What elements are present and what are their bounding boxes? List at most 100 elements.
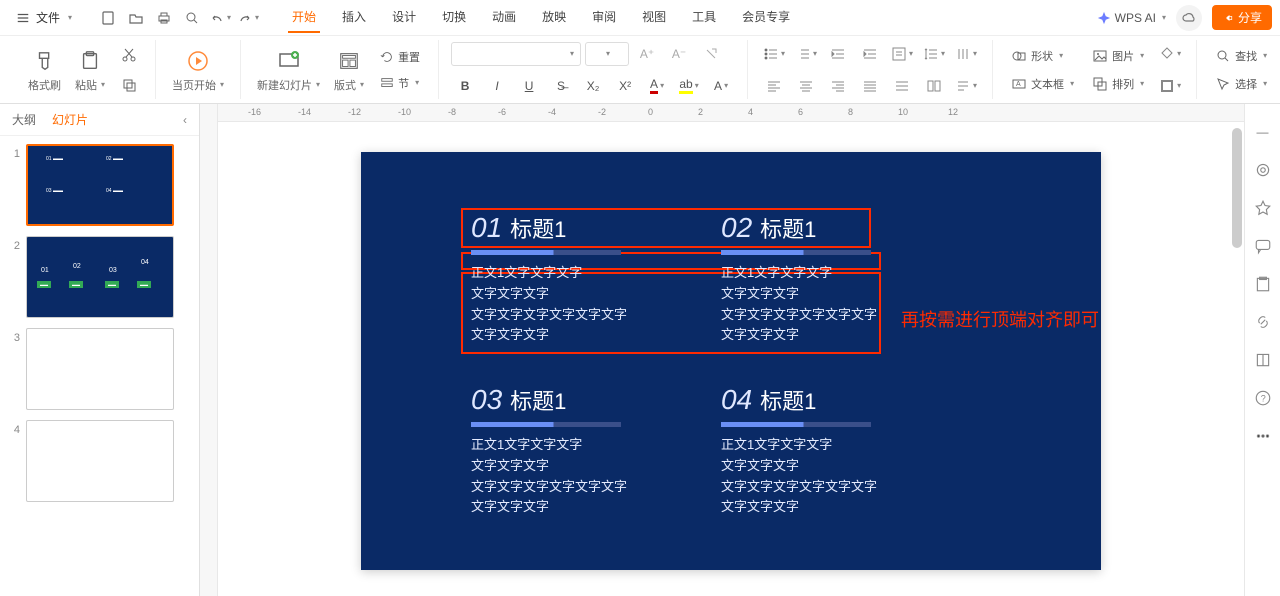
align-center-button[interactable]: [792, 73, 820, 99]
numbering-button[interactable]: ▾: [792, 41, 820, 67]
distribute-h-button[interactable]: [888, 73, 916, 99]
wps-ai-button[interactable]: WPS AI ▾: [1097, 11, 1166, 25]
tab-slideshow[interactable]: 放映: [538, 2, 570, 33]
font-color-button[interactable]: A▾: [643, 73, 671, 99]
share-button[interactable]: 分享: [1212, 5, 1272, 30]
ribbon-group-editing: 查找▾ 选择▾: [1197, 40, 1280, 99]
format-painter-button[interactable]: 格式刷: [24, 45, 65, 95]
tab-member[interactable]: 会员专享: [738, 2, 794, 33]
new-slide-button[interactable]: 新建幻灯片▾: [253, 45, 324, 95]
increase-font-button[interactable]: A⁺: [633, 41, 661, 67]
textbox-button[interactable]: A文本框▾: [1005, 73, 1080, 95]
section-button[interactable]: 节▾: [374, 72, 426, 94]
chat-icon[interactable]: [1253, 236, 1273, 256]
tab-review[interactable]: 审阅: [588, 2, 620, 33]
outline-color-button[interactable]: ▾: [1156, 73, 1184, 99]
section-04[interactable]: 04标题1 正文1文字文字文字 文字文字文字 文字文字文字文字文字文字 文字文字…: [721, 384, 921, 518]
print-preview-button[interactable]: [179, 5, 205, 31]
underline-button[interactable]: U: [515, 73, 543, 99]
rtl-button[interactable]: ▾: [952, 73, 980, 99]
tab-view[interactable]: 视图: [638, 2, 670, 33]
subscript-button[interactable]: X₂: [579, 73, 607, 99]
cut-button[interactable]: [115, 42, 143, 68]
bold-button[interactable]: B: [451, 73, 479, 99]
line-spacing-button[interactable]: ▾: [920, 41, 948, 67]
italic-button[interactable]: I: [483, 73, 511, 99]
thumbnail-1[interactable]: 01 ▬▬ 02 ▬▬ 03 ▬▬ 04 ▬▬: [26, 144, 174, 226]
more-icon[interactable]: [1253, 426, 1273, 446]
slides-tab[interactable]: 幻灯片: [52, 111, 88, 128]
text-direction-button[interactable]: ▾: [952, 41, 980, 67]
highlight-button[interactable]: ab▾: [675, 73, 703, 99]
char-effect-button[interactable]: A▾: [707, 73, 735, 99]
layout-button[interactable]: 版式▾: [330, 45, 368, 95]
section-num: 01: [471, 212, 502, 244]
decrease-font-button[interactable]: A⁻: [665, 41, 693, 67]
new-doc-button[interactable]: [95, 5, 121, 31]
ribbon-group-slide: 当页开始▾: [156, 40, 241, 99]
chevron-down-icon: ▾: [1162, 13, 1166, 22]
align-button[interactable]: ▾: [888, 41, 916, 67]
copy-button[interactable]: [115, 72, 143, 98]
file-menu[interactable]: 文件 ▾: [8, 5, 80, 30]
align-left-button[interactable]: [760, 73, 788, 99]
star-icon[interactable]: [1253, 198, 1273, 218]
tab-insert[interactable]: 插入: [338, 2, 370, 33]
section-02[interactable]: 02标题1 正文1文字文字文字 文字文字文字 文字文字文字文字文字文字 文字文字…: [721, 212, 921, 346]
section-01[interactable]: 01标题1 正文1文字文字文字 文字文字文字 文字文字文字文字文字文字 文字文字…: [471, 212, 671, 346]
indent-decrease-button[interactable]: [824, 41, 852, 67]
share-icon: [1222, 12, 1234, 24]
thumb-number: 1: [6, 144, 20, 160]
minus-icon[interactable]: —: [1253, 122, 1273, 142]
collapse-panel-button[interactable]: ‹: [183, 113, 187, 127]
slide-canvas[interactable]: 再按需进行顶端对齐即可 01标题1 正文1文字文字文字 文字文字文字 文字文字文…: [361, 152, 1101, 570]
tab-design[interactable]: 设计: [388, 2, 420, 33]
link-icon[interactable]: [1253, 312, 1273, 332]
thumbnail-3[interactable]: [26, 328, 174, 410]
tab-start[interactable]: 开始: [288, 2, 320, 33]
reset-button[interactable]: 重置: [374, 46, 426, 68]
tab-transition[interactable]: 切换: [438, 2, 470, 33]
find-button[interactable]: 查找▾: [1209, 45, 1273, 67]
indent-increase-button[interactable]: [856, 41, 884, 67]
fill-color-button[interactable]: ▾: [1156, 41, 1184, 67]
thumbnail-2[interactable]: 01 02 03 04 ▬▬ ▬▬ ▬▬ ▬▬: [26, 236, 174, 318]
font-name-select[interactable]: ▾: [451, 42, 581, 66]
thumbnail-4[interactable]: [26, 420, 174, 502]
align-justify-button[interactable]: [856, 73, 884, 99]
textbox-label: 文本框: [1031, 76, 1064, 92]
arrange-button[interactable]: 排列▾: [1086, 73, 1150, 95]
superscript-button[interactable]: X²: [611, 73, 639, 99]
image-button[interactable]: 图片▾: [1086, 45, 1150, 67]
ribbon: 格式刷 粘贴▾ 当页开始▾ 新建幻灯片▾ 版式▾ 重置 节▾: [0, 36, 1280, 104]
tab-animation[interactable]: 动画: [488, 2, 520, 33]
paste-button[interactable]: 粘贴▾: [71, 45, 109, 95]
open-button[interactable]: [123, 5, 149, 31]
shape-button[interactable]: 形状▾: [1005, 45, 1080, 67]
tab-tools[interactable]: 工具: [688, 2, 720, 33]
strikethrough-button[interactable]: S̶: [547, 73, 575, 99]
canvas-scroll[interactable]: 再按需进行顶端对齐即可 01标题1 正文1文字文字文字 文字文字文字 文字文字文…: [218, 122, 1244, 596]
play-current-button[interactable]: 当页开始▾: [168, 45, 228, 95]
help-icon[interactable]: ?: [1253, 388, 1273, 408]
vertical-scrollbar[interactable]: [1232, 128, 1242, 248]
clipboard-icon[interactable]: [1253, 274, 1273, 294]
print-button[interactable]: [151, 5, 177, 31]
outline-tab[interactable]: 大纲: [12, 111, 36, 128]
book-icon[interactable]: [1253, 350, 1273, 370]
cloud-button[interactable]: [1176, 5, 1202, 31]
select-button[interactable]: 选择▾: [1209, 73, 1273, 95]
ribbon-group-clipboard: 格式刷 粘贴▾: [12, 40, 156, 99]
clear-format-button[interactable]: [697, 41, 725, 67]
find-label: 查找: [1235, 48, 1257, 64]
align-right-button[interactable]: [824, 73, 852, 99]
columns-button[interactable]: [920, 73, 948, 99]
undo-button[interactable]: ▾: [207, 5, 233, 31]
layout-label: 版式: [334, 77, 356, 93]
font-size-select[interactable]: ▾: [585, 42, 629, 66]
settings-icon[interactable]: [1253, 160, 1273, 180]
section-03[interactable]: 03标题1 正文1文字文字文字 文字文字文字 文字文字文字文字文字文字 文字文字…: [471, 384, 671, 518]
redo-button[interactable]: ▾: [235, 5, 261, 31]
chevron-down-icon: ▾: [68, 13, 72, 22]
bullets-button[interactable]: ▾: [760, 41, 788, 67]
